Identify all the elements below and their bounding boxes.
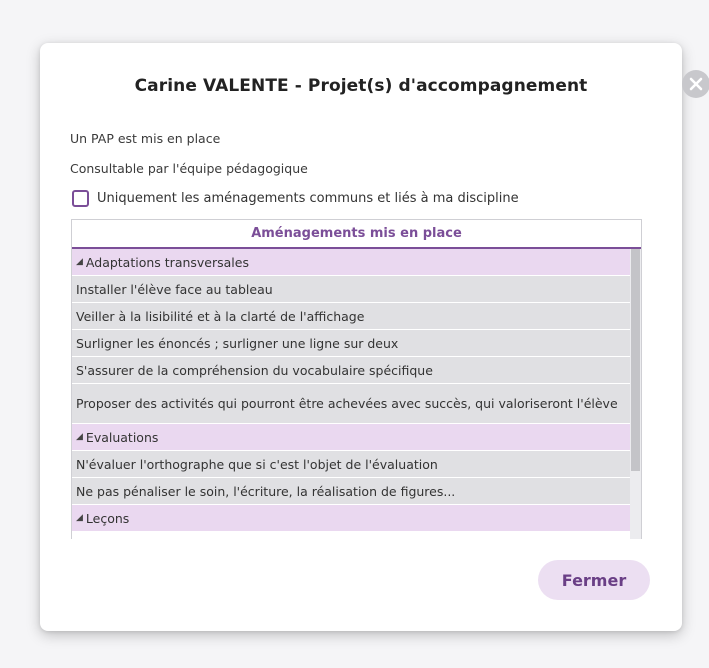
row-label: Surligner les énoncés ; surligner une li…: [76, 335, 399, 351]
table-row: Ne pas pénaliser le soin, l'écriture, la…: [72, 478, 630, 505]
table-row: Surligner les énoncés ; surligner une li…: [72, 330, 630, 357]
table-row: N'évaluer l'orthographe que si c'est l'o…: [72, 451, 630, 478]
row-label: S'assurer de la compréhension du vocabul…: [76, 362, 433, 378]
close-icon: [689, 77, 703, 91]
arrangements-table: Aménagements mis en place ◢ Adaptations t…: [71, 219, 642, 539]
row-label: N'évaluer l'orthographe que si c'est l'o…: [76, 456, 438, 472]
row-label: Evaluations: [85, 429, 159, 445]
row-label: Adaptations transversales: [85, 254, 249, 270]
table-rows: ◢ Adaptations transversales Installer l'él…: [72, 249, 630, 532]
scrollbar-thumb[interactable]: [631, 249, 640, 471]
table-scrollbar[interactable]: [630, 249, 641, 539]
table-row: Installer l'élève face au tableau: [72, 276, 630, 303]
table-group-row[interactable]: ◢ Adaptations transversales: [72, 249, 630, 276]
visibility-text: Consultable par l'équipe pédagogique: [70, 161, 308, 176]
row-label: Veiller à la lisibilité et à la clarté d…: [76, 308, 365, 324]
table-header: Aménagements mis en place: [72, 220, 641, 249]
close-button[interactable]: [682, 70, 709, 98]
discipline-filter-label: Uniquement les aménagements communs et l…: [97, 191, 519, 206]
dialog-title: Carine VALENTE - Projet(s) d'accompagnem…: [134, 76, 588, 96]
table-group-row[interactable]: ◢ Leçons: [72, 505, 630, 532]
collapse-triangle-icon[interactable]: ◢: [76, 513, 83, 523]
fermer-button[interactable]: Fermer: [538, 560, 650, 600]
table-group-row[interactable]: ◢ Evaluations: [72, 424, 630, 451]
row-label: Installer l'élève face au tableau: [76, 281, 273, 297]
row-label: Leçons: [85, 510, 130, 526]
discipline-filter[interactable]: Uniquement les aménagements communs et l…: [72, 190, 519, 207]
discipline-filter-checkbox[interactable]: [72, 190, 89, 207]
pap-status-text: Un PAP est mis en place: [70, 131, 221, 146]
row-label: Proposer des activités qui pourront être…: [76, 396, 618, 411]
table-row: Veiller à la lisibilité et à la clarté d…: [72, 303, 630, 330]
collapse-triangle-icon[interactable]: ◢: [76, 432, 83, 442]
collapse-triangle-icon[interactable]: ◢: [76, 257, 83, 267]
table-row: Proposer des activités qui pourront être…: [72, 384, 630, 424]
table-row: S'assurer de la compréhension du vocabul…: [72, 357, 630, 384]
accompaniment-dialog: Carine VALENTE - Projet(s) d'accompagnem…: [40, 43, 709, 631]
row-label: Ne pas pénaliser le soin, l'écriture, la…: [76, 483, 456, 499]
